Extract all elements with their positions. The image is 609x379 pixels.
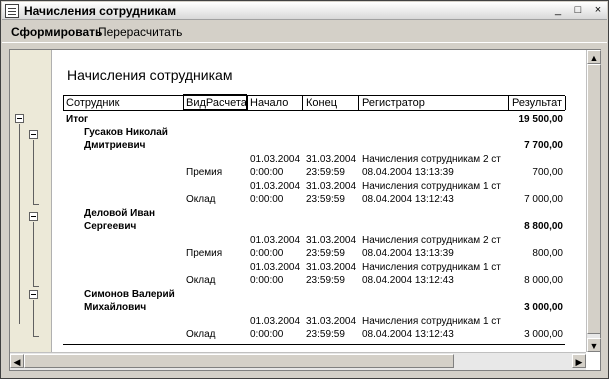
scroll-down-icon[interactable]: ▼ <box>587 338 601 352</box>
start-time: 0:00:00 <box>250 248 284 259</box>
employee-total: 7 700,00 <box>524 140 563 151</box>
end-date: 31.03.2004 <box>306 235 357 246</box>
window-title: Начисления сотрудникам <box>24 4 177 18</box>
end-time: 23:59:59 <box>306 329 345 340</box>
scroll-right-icon[interactable]: ▶ <box>572 354 586 368</box>
horizontal-scroll-thumb[interactable] <box>24 354 454 368</box>
registrar[interactable]: Начисления сотрудникам 2 ст <box>362 154 501 165</box>
start-time: 0:00:00 <box>250 275 284 286</box>
col-start[interactable]: Начало <box>250 97 288 109</box>
registrar-date: 08.04.2004 13:13:39 <box>362 167 454 178</box>
start-date: 01.03.2004 <box>250 181 301 192</box>
start-time: 0:00:00 <box>250 194 284 205</box>
close-button[interactable]: × <box>590 4 606 18</box>
vertical-scrollbar[interactable]: ▲ ▼ <box>586 50 601 352</box>
result-value: 800,00 <box>532 248 563 259</box>
end-time: 23:59:59 <box>306 167 345 178</box>
registrar[interactable]: Начисления сотрудникам 1 ст <box>362 181 501 192</box>
employee-name: Симонов Валерий <box>84 289 175 300</box>
registrar-date: 08.04.2004 13:12:43 <box>362 275 454 286</box>
start-time: 0:00:00 <box>250 329 284 340</box>
report-area[interactable]: Начисления сотрудникам Сотрудник ВидРасч… <box>9 49 601 371</box>
start-date: 01.03.2004 <box>250 316 301 327</box>
minimize-button[interactable]: _ <box>550 4 566 18</box>
employee-name: Михайлович <box>84 302 147 313</box>
registrar-date: 08.04.2004 13:13:39 <box>362 248 454 259</box>
col-calc-type[interactable]: ВидРасчета <box>186 97 247 109</box>
start-date: 01.03.2004 <box>250 262 301 273</box>
calc-type: Премия <box>186 248 223 259</box>
registrar-date: 08.04.2004 13:12:43 <box>362 329 454 340</box>
registrar[interactable]: Начисления сотрудникам 2 ст <box>362 235 501 246</box>
grouping-gutter <box>10 50 52 352</box>
document-icon <box>5 4 19 18</box>
end-date: 31.03.2004 <box>306 316 357 327</box>
collapse-group-icon[interactable] <box>29 212 38 221</box>
result-value: 8 000,00 <box>524 275 563 286</box>
employee-name: Деловой Иван <box>84 208 155 219</box>
start-date: 01.03.2004 <box>250 235 301 246</box>
calc-type: Оклад <box>186 194 216 205</box>
employee-name: Сергеевич <box>84 221 137 232</box>
collapse-group-icon[interactable] <box>29 130 38 139</box>
horizontal-scrollbar[interactable]: ◀ ▶ <box>10 352 586 370</box>
calc-type: Премия <box>186 167 223 178</box>
report-title: Начисления сотрудникам <box>67 67 233 83</box>
vertical-scroll-thumb[interactable] <box>587 64 601 334</box>
report-window: Начисления сотрудникам _ □ × Сформироват… <box>0 0 609 379</box>
scroll-left-icon[interactable]: ◀ <box>10 354 24 368</box>
calc-type: Оклад <box>186 329 216 340</box>
col-result[interactable]: Результат <box>512 97 562 109</box>
total-value: 19 500,00 <box>518 114 564 125</box>
scroll-up-icon[interactable]: ▲ <box>587 50 601 64</box>
recalc-button[interactable]: Перерасчитать <box>98 25 182 39</box>
result-value: 700,00 <box>532 167 563 178</box>
col-employee[interactable]: Сотрудник <box>66 97 119 109</box>
registrar-date: 08.04.2004 13:12:43 <box>362 194 454 205</box>
employee-name: Дмитриевич <box>84 140 146 151</box>
collapse-total-icon[interactable] <box>15 114 24 123</box>
title-bar[interactable]: Начисления сотрудникам _ □ × <box>2 2 607 20</box>
end-time: 23:59:59 <box>306 275 345 286</box>
maximize-button[interactable]: □ <box>570 4 586 18</box>
result-value: 3 000,00 <box>524 329 563 340</box>
calc-type: Оклад <box>186 275 216 286</box>
col-end[interactable]: Конец <box>306 97 337 109</box>
generate-button[interactable]: Сформировать <box>11 25 102 39</box>
toolbar: Сформировать Перерасчитать <box>2 21 607 43</box>
end-time: 23:59:59 <box>306 194 345 205</box>
start-time: 0:00:00 <box>250 167 284 178</box>
start-date: 01.03.2004 <box>250 154 301 165</box>
registrar[interactable]: Начисления сотрудникам 1 ст <box>362 316 501 327</box>
registrar[interactable]: Начисления сотрудникам 1 ст <box>362 262 501 273</box>
end-date: 31.03.2004 <box>306 181 357 192</box>
end-date: 31.03.2004 <box>306 154 357 165</box>
employee-name: Гусаков Николай <box>84 127 168 138</box>
employee-total: 8 800,00 <box>524 221 563 232</box>
result-value: 7 000,00 <box>524 194 563 205</box>
collapse-group-icon[interactable] <box>29 290 38 299</box>
end-time: 23:59:59 <box>306 248 345 259</box>
total-label: Итог <box>66 114 89 125</box>
end-date: 31.03.2004 <box>306 262 357 273</box>
col-registrar[interactable]: Регистратор <box>362 97 425 109</box>
employee-total: 3 000,00 <box>524 302 563 313</box>
